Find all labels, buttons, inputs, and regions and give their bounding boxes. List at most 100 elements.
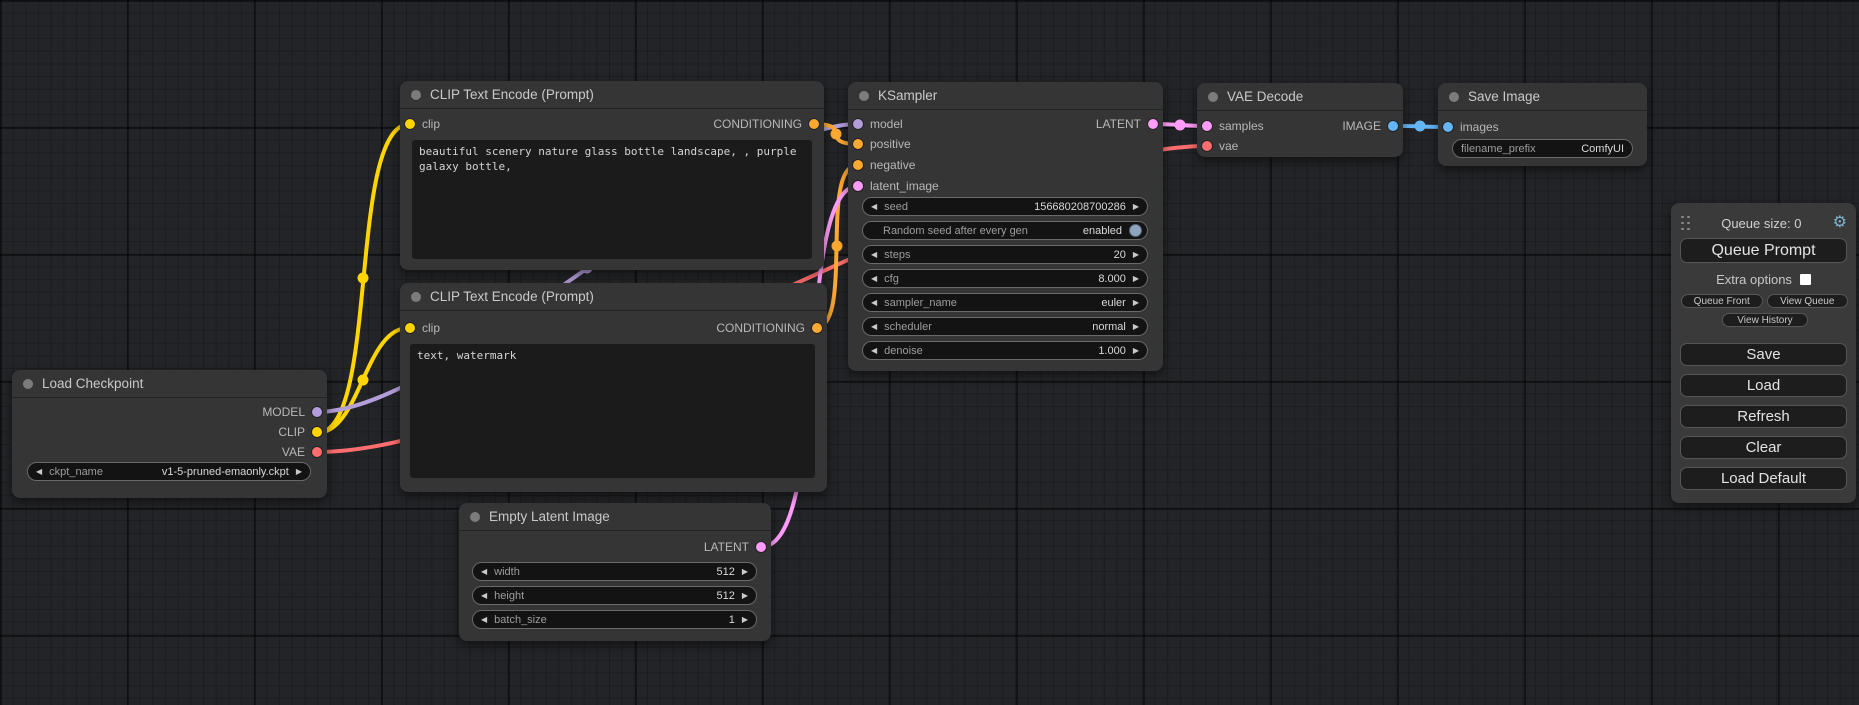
clip-slot-icon[interactable] — [405, 119, 415, 129]
sampler-name-widget[interactable]: ◀ sampler_name euler ▶ — [862, 293, 1148, 312]
filename-prefix-widget[interactable]: filename_prefix ComfyUI — [1452, 139, 1633, 158]
output-slot-conditioning[interactable]: CONDITIONING — [713, 117, 819, 131]
prompt-textarea[interactable]: text, watermark — [410, 344, 815, 478]
decrement-arrow-icon[interactable]: ◀ — [871, 203, 877, 211]
denoise-widget[interactable]: ◀ denoise 1.000 ▶ — [862, 341, 1148, 360]
clip-slot-icon[interactable] — [405, 323, 415, 333]
load-button[interactable]: Load — [1680, 374, 1847, 397]
batch-size-widget[interactable]: ◀ batch_size 1 ▶ — [472, 610, 757, 629]
drag-handle-icon[interactable] — [1681, 216, 1690, 231]
increment-arrow-icon[interactable]: ▶ — [1133, 275, 1139, 283]
collapse-dot-icon[interactable] — [1208, 92, 1218, 102]
seed-widget[interactable]: ◀ seed 156680208700286 ▶ — [862, 197, 1148, 216]
output-slot-vae[interactable]: VAE — [282, 445, 322, 459]
node-ksampler[interactable]: KSampler model positive negative latent_… — [848, 82, 1163, 371]
increment-arrow-icon[interactable]: ▶ — [742, 592, 748, 600]
increment-arrow-icon[interactable]: ▶ — [1133, 203, 1139, 211]
model-slot-icon[interactable] — [312, 407, 322, 417]
comfyui-canvas[interactable]: Load Checkpoint MODEL CLIP VAE ◀ ckpt_na… — [0, 0, 1859, 705]
decrement-arrow-icon[interactable]: ◀ — [871, 299, 877, 307]
input-slot-negative[interactable]: negative — [853, 158, 915, 172]
input-slot-samples[interactable]: samples — [1202, 119, 1264, 133]
node-clip-text-encode-positive[interactable]: CLIP Text Encode (Prompt) clip CONDITION… — [400, 81, 824, 270]
output-slot-latent[interactable]: LATENT — [704, 540, 766, 554]
output-slot-clip[interactable]: CLIP — [278, 425, 322, 439]
decrement-arrow-icon[interactable]: ◀ — [481, 592, 487, 600]
vae-slot-icon[interactable] — [312, 447, 322, 457]
refresh-button[interactable]: Refresh — [1680, 405, 1847, 428]
increment-arrow-icon[interactable]: ▶ — [1133, 323, 1139, 331]
increment-arrow-icon[interactable]: ▶ — [742, 616, 748, 624]
node-title-bar[interactable]: KSampler — [848, 82, 1163, 110]
load-default-button[interactable]: Load Default — [1680, 467, 1847, 490]
decrement-arrow-icon[interactable]: ◀ — [871, 251, 877, 259]
settings-gear-icon[interactable]: ⚙ — [1833, 215, 1847, 231]
collapse-dot-icon[interactable] — [411, 90, 421, 100]
conditioning-slot-icon[interactable] — [853, 139, 863, 149]
ckpt-name-widget[interactable]: ◀ ckpt_name v1-5-pruned-emaonly.ckpt ▶ — [27, 462, 311, 481]
input-slot-images[interactable]: images — [1443, 120, 1499, 134]
increment-arrow-icon[interactable]: ▶ — [1133, 251, 1139, 259]
decrement-arrow-icon[interactable]: ◀ — [481, 568, 487, 576]
cfg-widget[interactable]: ◀ cfg 8.000 ▶ — [862, 269, 1148, 288]
input-slot-clip[interactable]: clip — [405, 117, 440, 131]
increment-arrow-icon[interactable]: ▶ — [1133, 299, 1139, 307]
increment-arrow-icon[interactable]: ▶ — [742, 568, 748, 576]
node-title-bar[interactable]: Save Image — [1438, 83, 1647, 111]
queue-prompt-button[interactable]: Queue Prompt — [1680, 238, 1847, 263]
view-history-button[interactable]: View History — [1722, 313, 1808, 327]
vae-slot-icon[interactable] — [1202, 141, 1212, 151]
steps-widget[interactable]: ◀ steps 20 ▶ — [862, 245, 1148, 264]
increment-arrow-icon[interactable]: ▶ — [296, 468, 302, 476]
node-save-image[interactable]: Save Image images filename_prefix ComfyU… — [1438, 83, 1647, 166]
node-title-bar[interactable]: Empty Latent Image — [459, 503, 771, 531]
node-load-checkpoint[interactable]: Load Checkpoint MODEL CLIP VAE ◀ ckpt_na… — [12, 370, 327, 498]
decrement-arrow-icon[interactable]: ◀ — [871, 323, 877, 331]
decrement-arrow-icon[interactable]: ◀ — [871, 347, 877, 355]
image-slot-icon[interactable] — [1443, 122, 1453, 132]
collapse-dot-icon[interactable] — [1449, 92, 1459, 102]
node-vae-decode[interactable]: VAE Decode samples vae IMAGE — [1197, 83, 1403, 157]
collapse-dot-icon[interactable] — [859, 91, 869, 101]
conditioning-slot-icon[interactable] — [812, 323, 822, 333]
node-title-bar[interactable]: VAE Decode — [1197, 83, 1403, 111]
node-title-bar[interactable]: CLIP Text Encode (Prompt) — [400, 81, 824, 109]
decrement-arrow-icon[interactable]: ◀ — [36, 468, 42, 476]
scheduler-widget[interactable]: ◀ scheduler normal ▶ — [862, 317, 1148, 336]
output-slot-image[interactable]: IMAGE — [1342, 119, 1398, 133]
input-slot-clip[interactable]: clip — [405, 321, 440, 335]
latent-slot-icon[interactable] — [756, 542, 766, 552]
extra-options-checkbox[interactable] — [1800, 274, 1811, 285]
clip-slot-icon[interactable] — [312, 427, 322, 437]
latent-slot-icon[interactable] — [1148, 119, 1158, 129]
input-slot-latent-image[interactable]: latent_image — [853, 179, 939, 193]
output-slot-latent[interactable]: LATENT — [1096, 117, 1158, 131]
latent-slot-icon[interactable] — [1202, 121, 1212, 131]
prompt-textarea[interactable]: beautiful scenery nature glass bottle la… — [412, 140, 812, 259]
random-seed-toggle-widget[interactable]: Random seed after every gen enabled — [862, 221, 1148, 240]
output-slot-conditioning[interactable]: CONDITIONING — [716, 321, 822, 335]
clear-button[interactable]: Clear — [1680, 436, 1847, 459]
node-clip-text-encode-negative[interactable]: CLIP Text Encode (Prompt) clip CONDITION… — [400, 283, 827, 492]
toggle-enabled-icon[interactable] — [1129, 224, 1142, 237]
save-button[interactable]: Save — [1680, 343, 1847, 366]
collapse-dot-icon[interactable] — [470, 512, 480, 522]
conditioning-slot-icon[interactable] — [809, 119, 819, 129]
decrement-arrow-icon[interactable]: ◀ — [481, 616, 487, 624]
conditioning-slot-icon[interactable] — [853, 160, 863, 170]
decrement-arrow-icon[interactable]: ◀ — [871, 275, 877, 283]
collapse-dot-icon[interactable] — [411, 292, 421, 302]
image-slot-icon[interactable] — [1388, 121, 1398, 131]
model-slot-icon[interactable] — [853, 119, 863, 129]
node-title-bar[interactable]: Load Checkpoint — [12, 370, 327, 398]
latent-slot-icon[interactable] — [853, 181, 863, 191]
width-widget[interactable]: ◀ width 512 ▶ — [472, 562, 757, 581]
view-queue-button[interactable]: View Queue — [1767, 294, 1849, 308]
queue-front-button[interactable]: Queue Front — [1681, 294, 1763, 308]
input-slot-positive[interactable]: positive — [853, 137, 911, 151]
collapse-dot-icon[interactable] — [23, 379, 33, 389]
height-widget[interactable]: ◀ height 512 ▶ — [472, 586, 757, 605]
input-slot-model[interactable]: model — [853, 117, 903, 131]
input-slot-vae[interactable]: vae — [1202, 139, 1238, 153]
node-empty-latent-image[interactable]: Empty Latent Image LATENT ◀ width 512 ▶ … — [459, 503, 771, 641]
